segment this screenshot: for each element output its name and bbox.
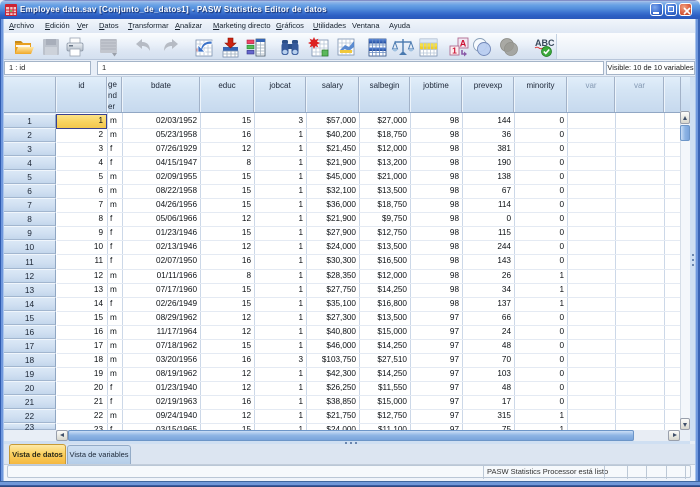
svg-text:A: A (460, 39, 467, 49)
svg-text:1: 1 (452, 46, 457, 56)
